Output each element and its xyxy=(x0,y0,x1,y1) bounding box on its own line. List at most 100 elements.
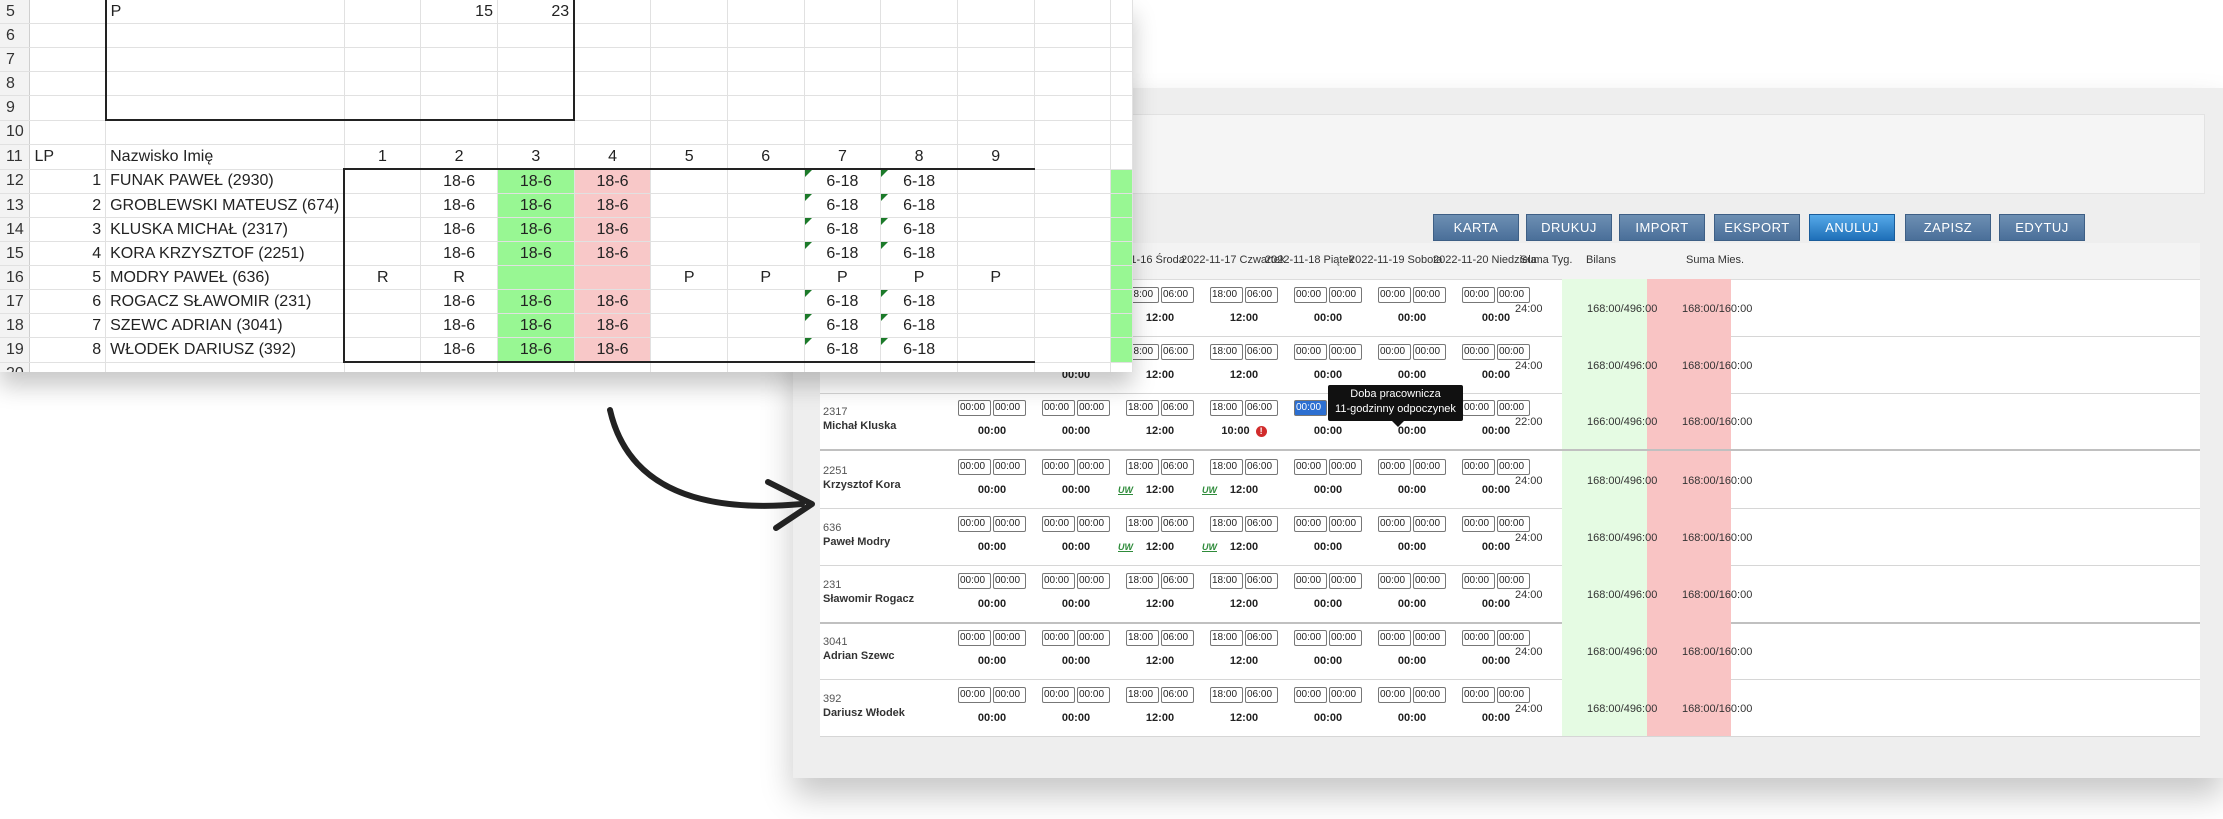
excel-cell[interactable] xyxy=(804,120,882,145)
start-time-input[interactable]: 18:00 xyxy=(1210,459,1243,475)
excel-cell[interactable] xyxy=(420,47,498,72)
start-time-input[interactable]: 18:00 xyxy=(1210,573,1243,589)
import-button[interactable]: IMPORT xyxy=(1619,214,1705,241)
excel-cell[interactable] xyxy=(650,120,728,145)
start-time-input[interactable]: 00:00 xyxy=(1294,400,1327,416)
excel-cell[interactable] xyxy=(1110,337,1133,363)
end-time-input[interactable]: 00:00 xyxy=(1077,573,1110,589)
excel-cell[interactable]: KLUSKA MICHAŁ (2317) xyxy=(105,217,345,242)
excel-cell[interactable] xyxy=(1034,217,1112,242)
start-time-input[interactable]: 18:00 xyxy=(1210,516,1243,532)
excel-cell[interactable]: 1 xyxy=(29,169,107,194)
eksport-button[interactable]: EKSPORT xyxy=(1714,214,1800,241)
end-time-input[interactable]: 00:00 xyxy=(1329,516,1362,532)
excel-cell[interactable] xyxy=(727,313,805,338)
excel-cell[interactable]: 6-18 xyxy=(804,289,882,314)
excel-cell[interactable]: 7 xyxy=(29,313,107,338)
excel-cell[interactable] xyxy=(1034,47,1112,72)
start-time-input[interactable]: 00:00 xyxy=(1462,287,1495,303)
excel-cell[interactable] xyxy=(727,193,805,218)
excel-cell[interactable]: 23 xyxy=(497,0,576,24)
excel-cell[interactable] xyxy=(1034,71,1112,96)
excel-cell[interactable] xyxy=(344,362,422,372)
excel-cell[interactable] xyxy=(650,362,728,372)
excel-cell[interactable] xyxy=(497,95,576,121)
end-time-input[interactable]: 00:00 xyxy=(1413,344,1446,360)
excel-cell[interactable]: 18-6 xyxy=(497,217,575,242)
excel-cell[interactable] xyxy=(574,23,652,48)
excel-cell[interactable]: 18-6 xyxy=(574,193,652,218)
end-time-input[interactable]: 00:00 xyxy=(1413,516,1446,532)
end-time-input[interactable]: 00:00 xyxy=(1497,287,1530,303)
start-time-input[interactable]: 18:00 xyxy=(1210,344,1243,360)
end-time-input[interactable]: 06:00 xyxy=(1161,687,1194,703)
excel-cell[interactable] xyxy=(1110,169,1133,194)
excel-cell[interactable]: R xyxy=(420,265,498,290)
excel-cell[interactable]: 4 xyxy=(29,241,107,266)
excel-cell[interactable] xyxy=(1034,0,1112,24)
excel-cell[interactable]: 6 xyxy=(727,144,805,170)
leave-marker[interactable]: UW xyxy=(1118,542,1133,552)
excel-cell[interactable]: P xyxy=(104,0,345,24)
excel-cell[interactable] xyxy=(727,362,805,372)
excel-cell[interactable] xyxy=(1034,265,1112,290)
excel-cell[interactable] xyxy=(574,71,652,96)
excel-cell[interactable]: P xyxy=(880,265,958,290)
excel-cell[interactable] xyxy=(343,217,422,242)
excel-cell[interactable] xyxy=(650,23,728,48)
column-header[interactable]: Suma Tyg. xyxy=(1520,254,1572,266)
anuluj-button[interactable]: ANULUJ xyxy=(1809,214,1895,241)
start-time-input[interactable]: 00:00 xyxy=(1378,687,1411,703)
end-time-input[interactable]: 00:00 xyxy=(1497,459,1530,475)
excel-cell[interactable]: 6-18 xyxy=(804,168,882,194)
excel-cell[interactable] xyxy=(650,168,728,194)
excel-cell[interactable] xyxy=(29,0,107,24)
excel-cell[interactable]: 5 xyxy=(29,265,107,290)
excel-cell[interactable] xyxy=(727,23,805,48)
excel-cell[interactable] xyxy=(574,362,652,372)
end-time-input[interactable]: 00:00 xyxy=(993,573,1026,589)
end-time-input[interactable]: 06:00 xyxy=(1245,344,1278,360)
end-time-input[interactable]: 06:00 xyxy=(1161,573,1194,589)
start-time-input[interactable]: 00:00 xyxy=(1462,400,1495,416)
end-time-input[interactable]: 00:00 xyxy=(1413,573,1446,589)
start-time-input[interactable]: 18:00 xyxy=(1210,687,1243,703)
zapisz-button[interactable]: ZAPISZ xyxy=(1905,214,1991,241)
excel-cell[interactable] xyxy=(1034,120,1112,145)
start-time-input[interactable]: 18:00 xyxy=(1126,630,1159,646)
start-time-input[interactable]: 00:00 xyxy=(1294,687,1327,703)
excel-cell[interactable]: 6-18 xyxy=(880,168,958,194)
excel-cell[interactable] xyxy=(420,71,498,96)
end-time-input[interactable]: 06:00 xyxy=(1245,459,1278,475)
end-time-input[interactable]: 06:00 xyxy=(1245,573,1278,589)
excel-cell[interactable]: 6 xyxy=(29,289,107,314)
end-time-input[interactable]: 06:00 xyxy=(1161,287,1194,303)
excel-cell[interactable] xyxy=(1110,71,1133,96)
excel-cell[interactable] xyxy=(104,95,345,121)
excel-cell[interactable] xyxy=(957,241,1035,266)
start-time-input[interactable]: 00:00 xyxy=(1042,459,1075,475)
excel-cell[interactable]: 18-6 xyxy=(420,337,498,363)
excel-cell[interactable]: 18-6 xyxy=(497,313,575,338)
excel-cell[interactable] xyxy=(343,168,422,194)
excel-cell[interactable] xyxy=(727,71,805,96)
excel-cell[interactable] xyxy=(497,47,576,72)
start-time-input[interactable]: 18:00 xyxy=(1126,459,1159,475)
excel-cell[interactable]: P xyxy=(650,265,728,290)
end-time-input[interactable]: 00:00 xyxy=(993,400,1026,416)
end-time-input[interactable]: 00:00 xyxy=(993,687,1026,703)
excel-cell[interactable]: 18-6 xyxy=(420,241,498,266)
excel-cell[interactable] xyxy=(344,71,422,96)
excel-cell[interactable] xyxy=(804,47,882,72)
excel-cell[interactable] xyxy=(344,47,422,72)
excel-cell[interactable]: R xyxy=(343,265,422,290)
excel-cell[interactable]: 18-6 xyxy=(574,241,652,266)
start-time-input[interactable]: 00:00 xyxy=(958,573,991,589)
excel-cell[interactable] xyxy=(957,47,1035,72)
start-time-input[interactable]: 00:00 xyxy=(1042,630,1075,646)
excel-cell[interactable]: 6-18 xyxy=(880,241,958,266)
excel-cell[interactable]: 6-18 xyxy=(804,217,882,242)
end-time-input[interactable]: 00:00 xyxy=(1329,287,1362,303)
excel-cell[interactable]: 6-18 xyxy=(804,193,882,218)
end-time-input[interactable]: 06:00 xyxy=(1245,516,1278,532)
